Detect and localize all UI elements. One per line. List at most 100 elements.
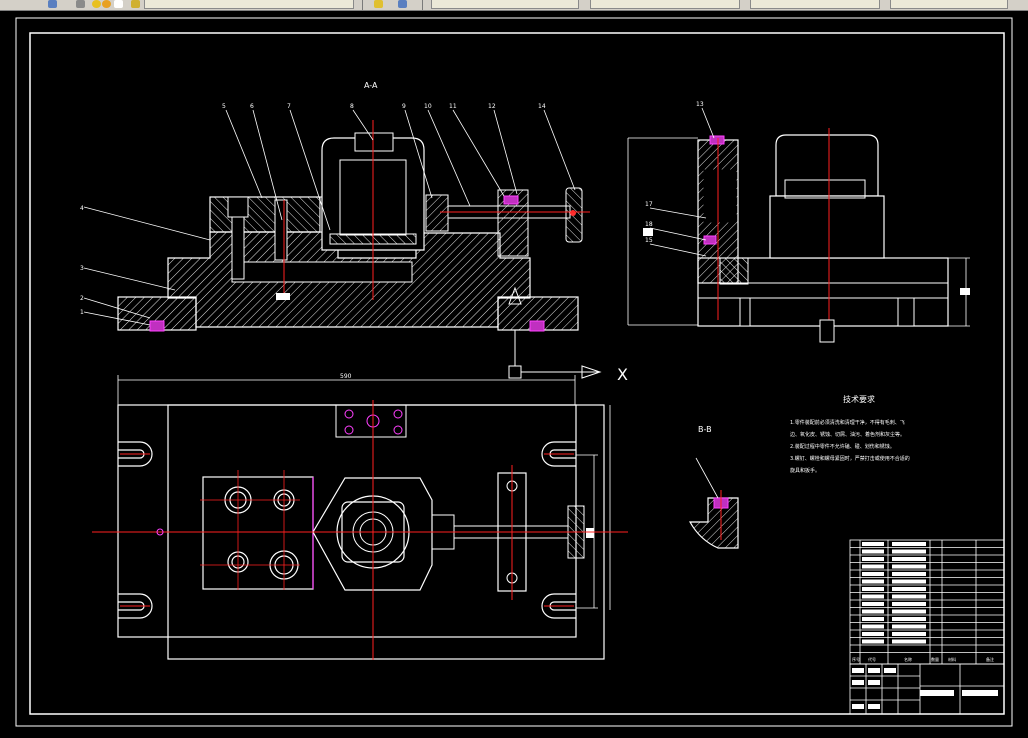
part-number: 2 [80, 295, 84, 302]
part-number: 17 [645, 201, 653, 208]
part-number: 18 [645, 221, 653, 228]
side-bottom-pin [819, 319, 835, 343]
parts-list-cell-text [892, 594, 926, 599]
top-bracket [335, 404, 407, 438]
part-number: 6 [250, 103, 254, 110]
parts-list-cell-text [862, 542, 884, 546]
parts-list-cell-text [892, 572, 926, 576]
title-cell: 材料 [948, 656, 956, 662]
tech-line: 旋具和扳手。 [790, 467, 820, 474]
screw-nut [425, 194, 449, 232]
screw-hole [344, 425, 354, 435]
tech-line: 1.零件装配前必须清洗和清理干净，不得有毛刺、飞 [790, 419, 905, 426]
linetype-control-dropdown[interactable] [590, 0, 740, 9]
parts-list-cell-text [892, 564, 926, 569]
parts-list-cell-text [892, 602, 926, 606]
parts-list-cell-text [862, 572, 884, 576]
knob-center [570, 210, 576, 216]
cad-drawing: A-A X 5 6 7 8 9 10 11 12 14 4 3 2 1 13 1… [15, 17, 1013, 727]
part-number: 3 [80, 265, 84, 272]
part-number: 15 [645, 237, 653, 244]
parts-list-cell-text [862, 624, 884, 629]
dimension-tag [276, 293, 290, 300]
color-icon[interactable] [131, 0, 140, 8]
side-view: 13 17 18 15 [627, 101, 970, 343]
right-foot-bolt [529, 320, 545, 332]
left-foot-bolt [149, 320, 165, 332]
part-number: 13 [696, 101, 704, 108]
color-control-dropdown[interactable] [431, 0, 579, 9]
parts-list-cell-text [892, 624, 926, 629]
plot-style-dropdown[interactable] [890, 0, 1008, 9]
parts-list-cell-text [892, 632, 926, 636]
section-aa-view: A-A X 5 6 7 8 9 10 11 12 14 4 3 2 1 [80, 81, 628, 384]
side-slot [739, 297, 751, 327]
layer-previous-icon[interactable] [398, 0, 407, 8]
tech-line: 2.装配过程中零件不允许磕、碰、划伤和锈蚀。 [790, 443, 895, 450]
parts-list-cell-text [892, 617, 926, 621]
title-cell: 数量 [931, 656, 939, 662]
parts-list-cell-text [862, 602, 884, 606]
parts-list-cell-text [862, 549, 884, 554]
screw-hole [393, 425, 403, 435]
parts-list-cell-text [862, 632, 884, 636]
axis-x-label: X [617, 365, 628, 384]
screw-pin [503, 195, 519, 205]
part-number: 7 [287, 103, 291, 110]
drawing-canvas[interactable]: A-A X 5 6 7 8 9 10 11 12 14 4 3 2 1 13 1… [0, 11, 1028, 734]
title-cell: 序号 [852, 656, 860, 662]
parts-list-cell-text [862, 557, 884, 561]
dimension-tag [960, 288, 970, 295]
parts-list-cell-text [862, 617, 884, 621]
match-properties-icon[interactable] [374, 0, 383, 8]
part-number: 4 [80, 205, 84, 212]
layer-dropdown[interactable] [144, 0, 354, 9]
part-number: 14 [538, 103, 546, 110]
title-cell: 名称 [904, 656, 912, 662]
side-chuck-housing [775, 134, 879, 197]
lightbulb-icon[interactable] [92, 0, 101, 8]
part-number: 12 [488, 103, 496, 110]
chuck-top [354, 132, 394, 152]
toolbar-separator [422, 0, 423, 10]
dimension-tag [586, 528, 594, 538]
lineweight-control-dropdown[interactable] [750, 0, 880, 9]
bolt-shaft [231, 216, 245, 280]
technical-requirements: 技术要求 1.零件装配前必须清洗和清理干净，不得有毛刺、飞 边、氧化皮、锈蚀、切… [790, 394, 910, 474]
parts-list-cell-text [862, 639, 884, 644]
clamp-block [209, 196, 321, 233]
plan-base-plate [117, 404, 577, 638]
side-upright-window [703, 169, 737, 223]
dimension-tag [643, 228, 653, 236]
screw-hole [344, 409, 354, 419]
parts-list-cell-text [862, 564, 884, 569]
layer-icon[interactable] [114, 0, 123, 8]
side-base-hatch-left [719, 257, 749, 285]
screw-hole [393, 409, 403, 419]
toolbar-separator [362, 0, 363, 10]
plan-view: 590 [92, 373, 628, 660]
title-cell: 代号 [868, 656, 876, 662]
parts-list-cell-text [862, 587, 884, 591]
slot-center-lines [120, 453, 574, 607]
sun-icon[interactable] [102, 0, 111, 8]
title-block-fill [852, 668, 998, 709]
clamp-block-slot [274, 199, 288, 261]
axis-origin-box [508, 365, 522, 379]
section-bb-label: B-B [698, 425, 712, 434]
side-part-labels: 13 17 18 15 [645, 101, 704, 244]
new-file-icon[interactable] [48, 0, 57, 8]
lock-icon[interactable] [76, 0, 85, 8]
parts-list-cell-text [892, 549, 926, 554]
title-block [849, 539, 1005, 715]
tech-title: 技术要求 [843, 394, 875, 404]
parts-list-rows [850, 542, 1004, 653]
part-number: 1 [80, 309, 84, 316]
parts-list-cell-text [892, 639, 926, 644]
side-rail [697, 282, 949, 299]
parts-list-cell-text [862, 579, 884, 584]
part-number: 11 [449, 103, 457, 110]
parts-list-cell-text [892, 557, 926, 561]
title-cell: 备注 [986, 656, 994, 662]
section-aa-label: A-A [364, 81, 378, 90]
